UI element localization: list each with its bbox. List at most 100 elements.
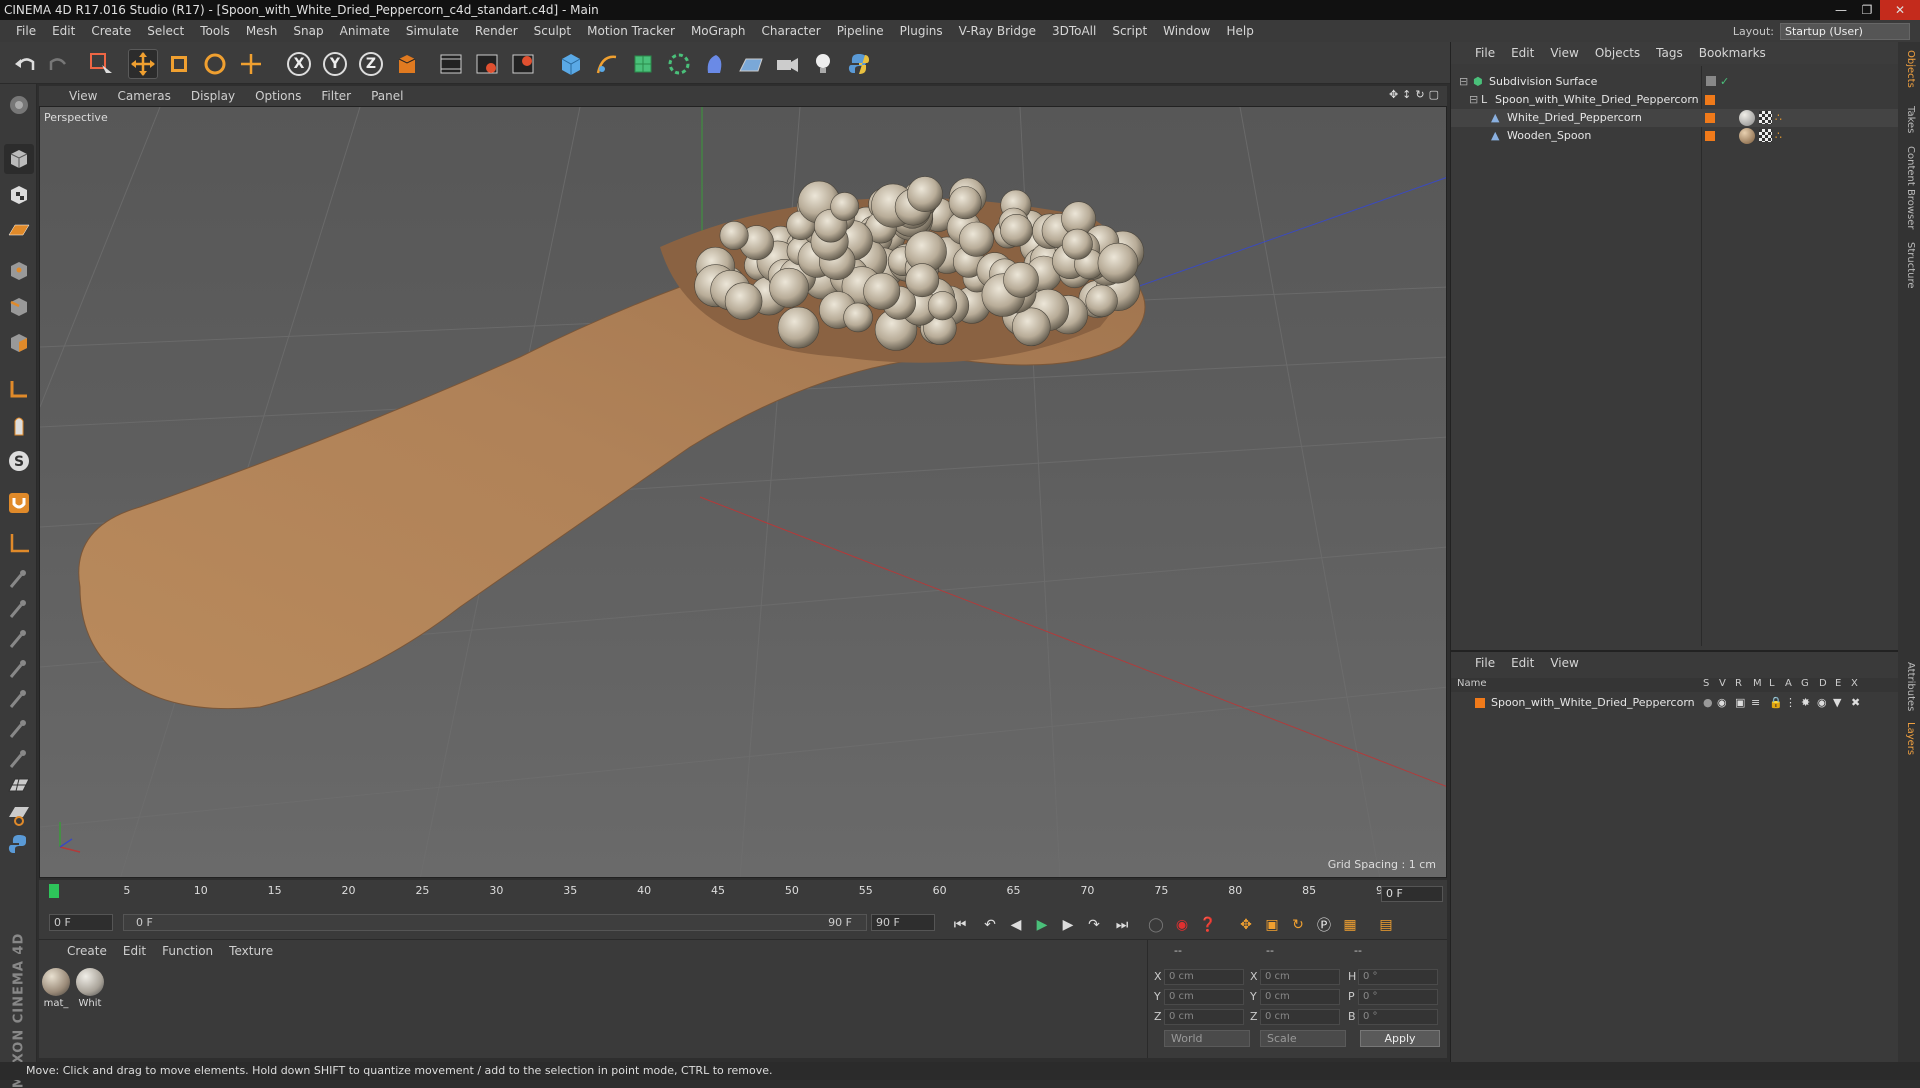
brush-tool-6-icon[interactable]: [4, 714, 34, 744]
rot-b-field[interactable]: 0 °: [1358, 1009, 1438, 1025]
brush-tool-5-icon[interactable]: [4, 684, 34, 714]
redo-icon[interactable]: [44, 49, 74, 79]
deformer-icon[interactable]: [700, 49, 730, 79]
layer-lock-icon[interactable]: 🔒: [1769, 694, 1783, 712]
viewport-menu-options[interactable]: Options: [245, 89, 311, 103]
material-tag-icon[interactable]: [1739, 110, 1755, 126]
uvw-tag-icon[interactable]: [1759, 111, 1772, 124]
uvw-tag-icon[interactable]: [1759, 129, 1772, 142]
array-object-icon[interactable]: [664, 49, 694, 79]
go-to-end-icon[interactable]: ⏭: [1111, 914, 1133, 936]
viewport-menu-cameras[interactable]: Cameras: [107, 89, 180, 103]
viewport-move-icon[interactable]: ✥: [1389, 88, 1398, 101]
key-position-icon[interactable]: ✥: [1235, 914, 1257, 936]
workplane-mode-icon[interactable]: [4, 216, 34, 246]
camera-icon[interactable]: [772, 49, 802, 79]
timeline-ruler[interactable]: 051015202530354045505560657075808590 0 F: [39, 880, 1447, 908]
menu-plugins[interactable]: Plugins: [892, 24, 951, 38]
record-position-icon[interactable]: ◯: [1145, 914, 1167, 936]
layers-menu-file[interactable]: File: [1467, 656, 1503, 670]
brush-tool-4-icon[interactable]: [4, 654, 34, 684]
size-z-field[interactable]: 0 cm: [1260, 1009, 1340, 1025]
render-to-picture-viewer-icon[interactable]: [472, 49, 502, 79]
magnet-icon[interactable]: [4, 488, 34, 518]
menu-sculpt[interactable]: Sculpt: [526, 24, 579, 38]
tab-objects[interactable]: Objects: [1905, 50, 1916, 88]
brush-tool-2-icon[interactable]: [4, 594, 34, 624]
coordinate-mode-dropdown[interactable]: World: [1164, 1030, 1250, 1047]
keyframe-selection-icon[interactable]: ❓: [1197, 914, 1219, 936]
layer-color-icon[interactable]: [1705, 131, 1715, 141]
light-icon[interactable]: [808, 49, 838, 79]
layers-menu-edit[interactable]: Edit: [1503, 656, 1542, 670]
python-script-icon[interactable]: [4, 830, 34, 860]
python-icon[interactable]: [844, 49, 874, 79]
key-scale-icon[interactable]: ▣: [1261, 914, 1283, 936]
pos-z-field[interactable]: 0 cm: [1164, 1009, 1244, 1025]
play-icon[interactable]: ▶: [1031, 914, 1053, 936]
points-mode-icon[interactable]: [4, 256, 34, 286]
pos-x-field[interactable]: 0 cm: [1164, 969, 1244, 985]
frame-range-slider[interactable]: 0 F 90 F: [123, 914, 867, 931]
y-axis-lock-icon[interactable]: Y: [320, 49, 350, 79]
menu-snap[interactable]: Snap: [285, 24, 331, 38]
end-frame-field[interactable]: 90 F: [871, 914, 935, 931]
rot-h-field[interactable]: 0 °: [1358, 969, 1438, 985]
menu-create[interactable]: Create: [83, 24, 139, 38]
objects-menu-view[interactable]: View: [1542, 46, 1586, 60]
objects-menu-edit[interactable]: Edit: [1503, 46, 1542, 60]
rotate-tool-icon[interactable]: [200, 49, 230, 79]
layer-xref-icon[interactable]: ✖: [1851, 694, 1860, 712]
object-row-subdivision-surface[interactable]: ⊟ ⬢ Subdivision Surface ✓: [1451, 73, 1899, 91]
layer-generator-icon[interactable]: ✸: [1801, 694, 1810, 712]
collapse-icon[interactable]: ⊟: [1469, 91, 1478, 109]
menu-select[interactable]: Select: [139, 24, 192, 38]
menu-3dtoall[interactable]: 3DToAll: [1044, 24, 1104, 38]
previous-frame-icon[interactable]: ◀: [1005, 914, 1027, 936]
auto-keying-icon[interactable]: ◉: [1171, 914, 1193, 936]
layer-visible-icon[interactable]: ◉: [1717, 694, 1727, 712]
x-axis-lock-icon[interactable]: X: [284, 49, 314, 79]
next-frame-icon[interactable]: ▶: [1057, 914, 1079, 936]
menu-mesh[interactable]: Mesh: [238, 24, 286, 38]
timeline-window-icon[interactable]: ▤: [1375, 914, 1397, 936]
pen-spline-icon[interactable]: [592, 49, 622, 79]
cube-object-icon[interactable]: [556, 49, 586, 79]
current-frame-field[interactable]: 0 F: [1381, 886, 1443, 902]
size-y-field[interactable]: 0 cm: [1260, 989, 1340, 1005]
snap-icon[interactable]: S: [4, 446, 34, 476]
floor-object-icon[interactable]: [736, 49, 766, 79]
menu-edit[interactable]: Edit: [44, 24, 83, 38]
close-icon[interactable]: ✕: [1880, 0, 1920, 20]
viewport-menu-view[interactable]: View: [59, 89, 107, 103]
model-mode-icon[interactable]: [4, 144, 34, 174]
viewport-menu-display[interactable]: Display: [181, 89, 245, 103]
brush-tool-1-icon[interactable]: [4, 564, 34, 594]
rot-p-field[interactable]: 0 °: [1358, 989, 1438, 1005]
axis-mode-icon[interactable]: [4, 374, 34, 404]
make-editable-icon[interactable]: [4, 90, 34, 120]
material-menu-edit[interactable]: Edit: [115, 944, 154, 958]
objects-menu-bookmarks[interactable]: Bookmarks: [1691, 46, 1774, 60]
menu-window[interactable]: Window: [1155, 24, 1218, 38]
render-settings-icon[interactable]: [508, 49, 538, 79]
tab-attributes[interactable]: Attributes: [1905, 662, 1916, 711]
objects-menu-objects[interactable]: Objects: [1587, 46, 1648, 60]
pos-y-field[interactable]: 0 cm: [1164, 989, 1244, 1005]
menu-script[interactable]: Script: [1104, 24, 1155, 38]
layer-animation-icon[interactable]: ⋮: [1785, 694, 1796, 712]
brush-tool-3-icon[interactable]: [4, 624, 34, 654]
material-tag-icon[interactable]: [1739, 128, 1755, 144]
grid-icon[interactable]: [4, 770, 34, 800]
enabled-check-icon[interactable]: ✓: [1720, 73, 1729, 91]
layer-color-icon[interactable]: [1705, 95, 1715, 105]
tab-content-browser[interactable]: Content Browser: [1905, 146, 1916, 229]
material-swatch[interactable]: mat_: [41, 968, 71, 1009]
edges-mode-icon[interactable]: [4, 292, 34, 322]
live-selection-icon[interactable]: [86, 49, 116, 79]
menu-tools[interactable]: Tools: [192, 24, 238, 38]
texture-mode-icon[interactable]: [4, 180, 34, 210]
tab-takes[interactable]: Takes: [1905, 106, 1916, 133]
menu-vray-bridge[interactable]: V-Ray Bridge: [951, 24, 1044, 38]
menu-simulate[interactable]: Simulate: [398, 24, 467, 38]
